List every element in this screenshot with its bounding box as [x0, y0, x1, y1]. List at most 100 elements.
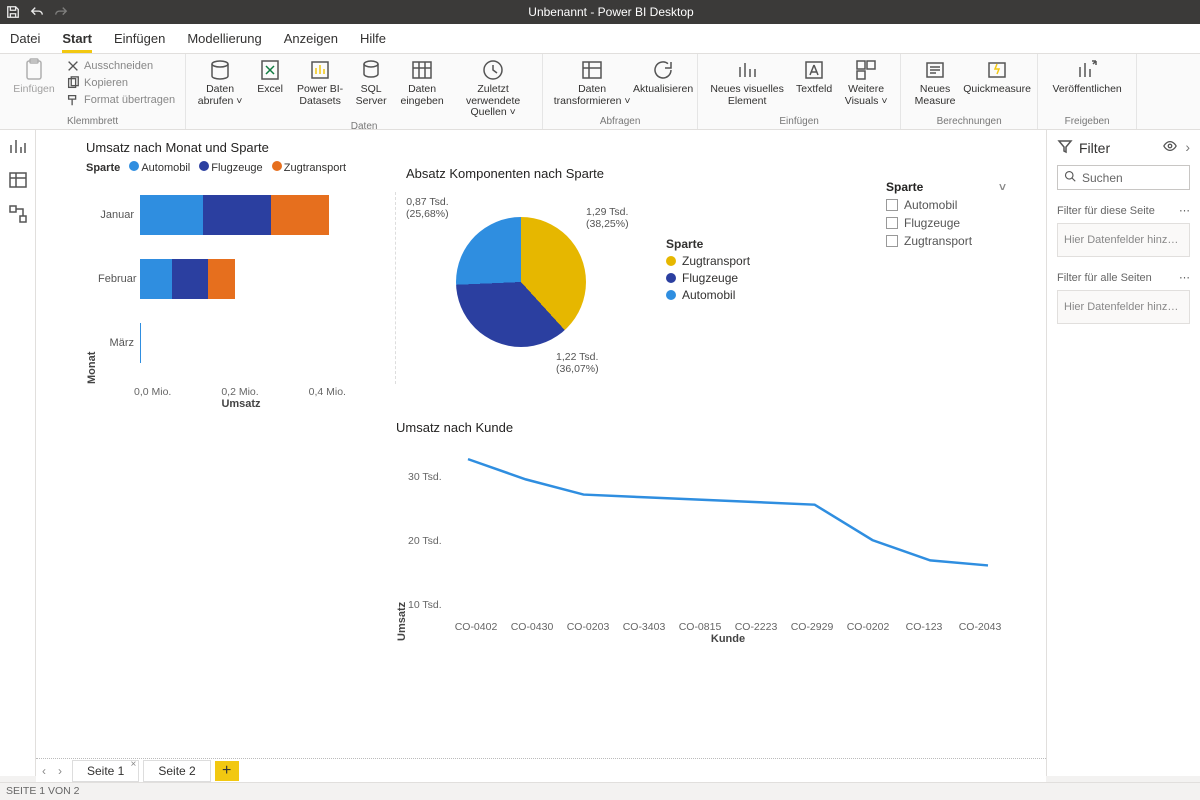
paste-label: Einfügen — [13, 84, 54, 96]
pie-callout-auto: 0,87 Tsd.(25,68%) — [406, 197, 449, 220]
slicer-item[interactable]: Flugzeuge — [886, 216, 1006, 230]
bar-tick: 0,0 Mio. — [134, 386, 171, 398]
refresh-button[interactable]: Aktualisieren — [639, 58, 687, 96]
textbox-button[interactable]: Textfeld — [794, 58, 834, 96]
line-ytick: 10 Tsd. — [408, 599, 442, 611]
line-title: Umsatz nach Kunde — [396, 420, 996, 435]
filters-title: Filter — [1079, 140, 1110, 156]
add-page-button[interactable]: + — [215, 761, 239, 781]
visual-stacked-bar[interactable]: Umsatz nach Monat und Sparte Sparte Auto… — [86, 140, 396, 410]
visual-line[interactable]: Umsatz nach Kunde Umsatz 30 Tsd. 20 Tsd.… — [396, 420, 996, 641]
new-measure-button[interactable]: Neues Measure — [911, 58, 959, 107]
group-queries: Abfragen — [600, 114, 641, 127]
data-view-icon[interactable] — [8, 170, 28, 190]
checkbox-icon[interactable] — [886, 235, 898, 247]
more-icon[interactable]: ⋯ — [1179, 204, 1190, 217]
visual-slicer[interactable]: Sparte ˅ Automobil Flugzeuge Zugtransport — [886, 180, 1006, 248]
visual-pie[interactable]: Absatz Komponenten nach Sparte 1,29 Tsd.… — [406, 166, 836, 367]
page-tab-2[interactable]: Seite 2 — [143, 760, 210, 782]
line-ytick: 30 Tsd. — [408, 471, 442, 483]
pie-legend: Sparte Zugtransport Flugzeuge Automobil — [666, 237, 750, 367]
search-placeholder: Suchen — [1082, 171, 1123, 185]
filter-icon — [1057, 138, 1073, 157]
slicer-title: Sparte — [886, 180, 923, 194]
pbi-datasets-button[interactable]: Power BI-Datasets — [296, 58, 344, 107]
report-view-icon[interactable] — [8, 136, 28, 156]
more-visuals-button[interactable]: Weitere Visuals ˅ — [842, 58, 890, 107]
group-insert: Einfügen — [779, 114, 818, 127]
filters-search[interactable]: Suchen — [1057, 165, 1190, 190]
get-data-button[interactable]: Daten abrufen ˅ — [196, 58, 244, 107]
group-clipboard: Klemmbrett — [67, 114, 118, 127]
pie-callout-zug: 1,29 Tsd.(38,25%) — [586, 207, 629, 230]
group-share: Freigeben — [1065, 114, 1110, 127]
filters-page-drop[interactable]: Hier Datenfelder hinzufüg… — [1057, 223, 1190, 257]
paste-button: Einfügen — [10, 58, 58, 96]
report-canvas[interactable]: Umsatz nach Monat und Sparte Sparte Auto… — [36, 130, 1046, 758]
slicer-item[interactable]: Zugtransport — [886, 234, 1006, 248]
quick-measure-button[interactable]: Quickmeasure — [967, 58, 1027, 96]
line-xtick: CO-3403 — [616, 621, 672, 633]
bar-segment — [208, 259, 234, 299]
recent-sources-button[interactable]: Zuletzt verwendete Quellen ˅ — [454, 58, 532, 119]
tab-help[interactable]: Hilfe — [360, 25, 386, 53]
bar-cat-label: März — [98, 337, 140, 349]
chevron-down-icon[interactable]: ˅ — [999, 180, 1006, 194]
eye-icon[interactable] — [1163, 139, 1177, 156]
bar-legend: Sparte Automobil Flugzeuge Zugtransport — [86, 161, 396, 174]
filters-all-label: Filter für alle Seiten — [1057, 272, 1152, 284]
menu-tabs: Datei Start Einfügen Modellierung Anzeig… — [0, 24, 1200, 54]
bar-segment — [203, 195, 271, 235]
filters-all-drop[interactable]: Hier Datenfelder hinzufüg… — [1057, 290, 1190, 324]
line-xtick: CO-2223 — [728, 621, 784, 633]
status-bar: SEITE 1 VON 2 — [0, 782, 1200, 800]
bar-segment — [140, 259, 172, 299]
bar-ylabel: Monat — [86, 192, 98, 384]
tab-model[interactable]: Modellierung — [187, 25, 261, 53]
bar-cat-label: Februar — [98, 273, 140, 285]
search-icon — [1064, 170, 1076, 185]
pie-body — [456, 217, 586, 347]
tab-insert[interactable]: Einfügen — [114, 25, 165, 53]
slicer-item[interactable]: Automobil — [886, 198, 1006, 212]
bar-segment — [172, 259, 209, 299]
pie-callout-flug: 1,22 Tsd.(36,07%) — [556, 352, 599, 375]
group-calc: Berechnungen — [937, 114, 1002, 127]
transform-button[interactable]: Daten transformieren ˅ — [553, 58, 631, 107]
checkbox-icon[interactable] — [886, 199, 898, 211]
collapse-icon[interactable]: › — [1185, 139, 1190, 156]
page-next-icon[interactable]: › — [52, 764, 68, 778]
line-xtick: CO-0202 — [840, 621, 896, 633]
checkbox-icon[interactable] — [886, 217, 898, 229]
bar-segment — [140, 323, 141, 363]
tab-view[interactable]: Anzeigen — [284, 25, 338, 53]
undo-icon[interactable] — [30, 5, 44, 19]
bar-tick: 0,2 Mio. — [221, 386, 258, 398]
bar-tick: 0,4 Mio. — [309, 386, 346, 398]
more-icon[interactable]: ⋯ — [1179, 271, 1190, 284]
line-xtick: CO-2929 — [784, 621, 840, 633]
enter-data-button[interactable]: Daten eingeben — [398, 58, 446, 107]
view-switcher — [0, 130, 36, 776]
tab-file[interactable]: Datei — [10, 25, 40, 53]
page-prev-icon[interactable]: ‹ — [36, 764, 52, 778]
line-ylabel: Umsatz — [396, 441, 408, 641]
line-xlabel: Kunde — [448, 633, 1008, 645]
line-xtick: CO-0430 — [504, 621, 560, 633]
sql-button[interactable]: SQL Server — [352, 58, 390, 107]
titlebar: Unbenannt - Power BI Desktop — [0, 0, 1200, 24]
pie-title: Absatz Komponenten nach Sparte — [406, 166, 836, 181]
line-xtick: CO-0203 — [560, 621, 616, 633]
publish-button[interactable]: Veröffentlichen — [1048, 58, 1126, 96]
save-icon[interactable] — [6, 5, 20, 19]
filters-pane: Filter › Suchen Filter für diese Seite⋯ … — [1046, 130, 1200, 776]
filters-page-label: Filter für diese Seite — [1057, 205, 1155, 217]
redo-icon[interactable] — [54, 5, 68, 19]
page-tab-1[interactable]: Seite 1× — [72, 760, 139, 782]
cut-button: Ausschneiden — [66, 58, 175, 74]
tab-start[interactable]: Start — [62, 25, 92, 53]
excel-button[interactable]: Excel — [252, 58, 288, 96]
model-view-icon[interactable] — [8, 204, 28, 224]
new-visual-button[interactable]: Neues visuelles Element — [708, 58, 786, 107]
close-icon[interactable]: × — [131, 759, 137, 770]
